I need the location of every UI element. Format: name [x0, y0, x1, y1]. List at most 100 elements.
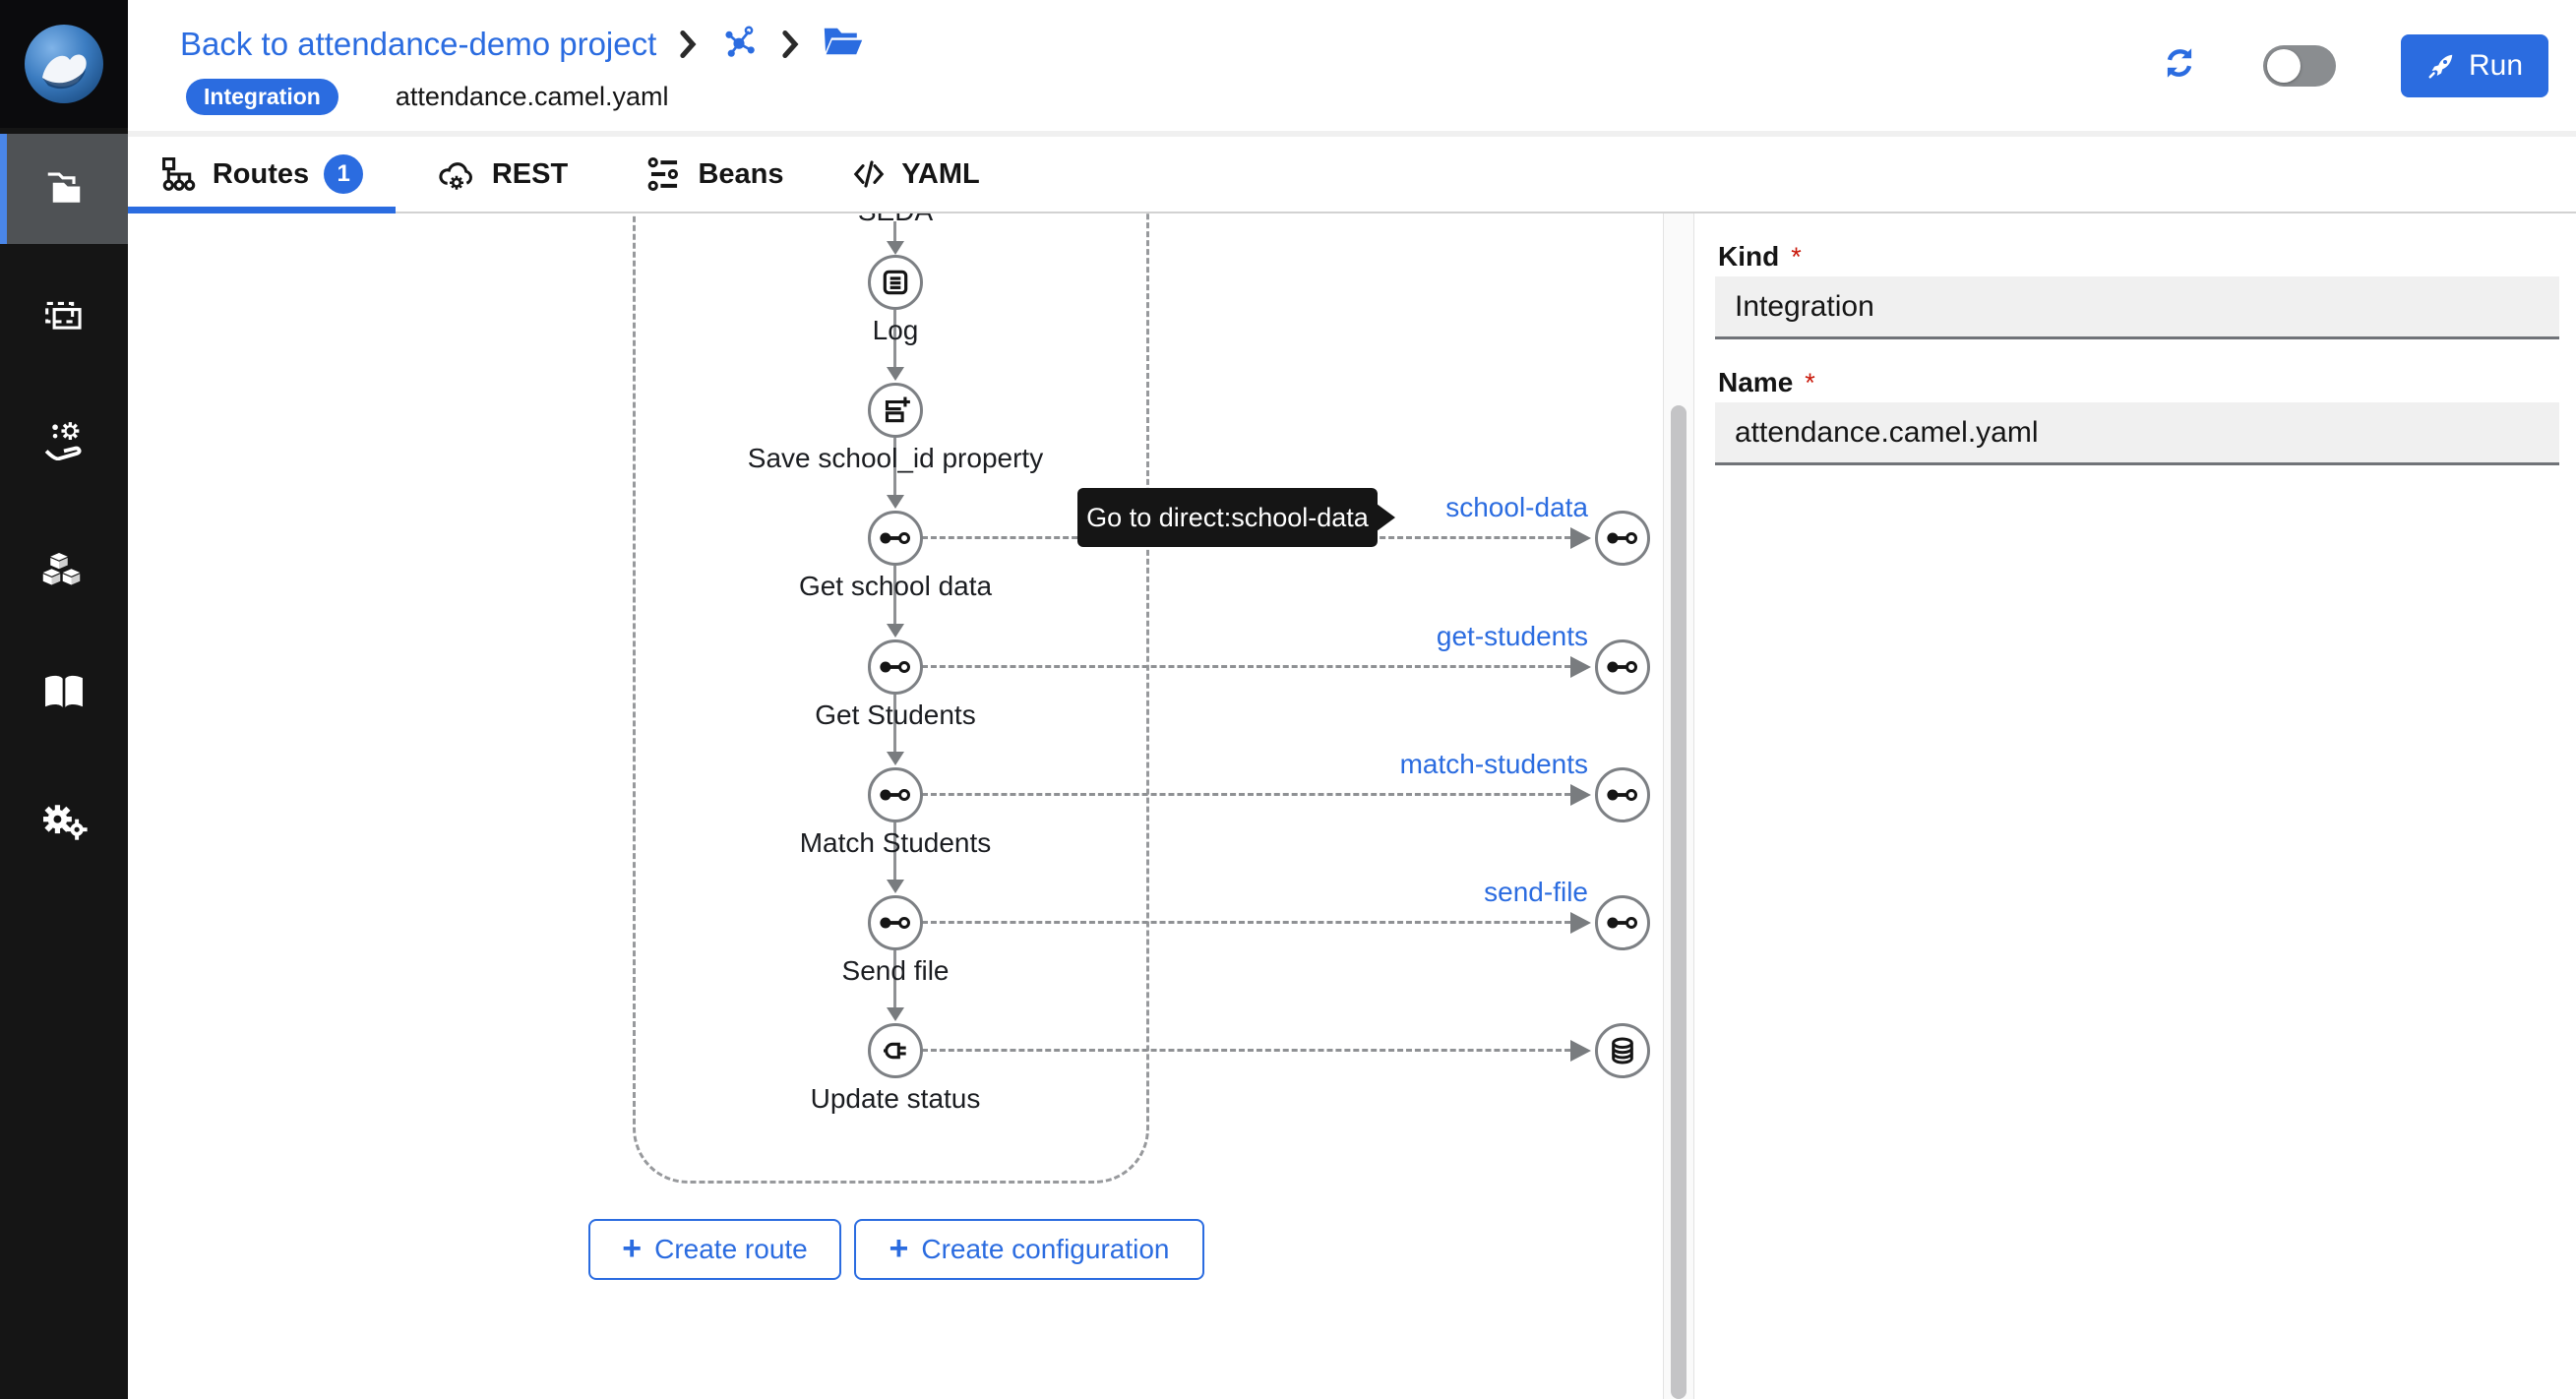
tab-rest[interactable]: REST	[399, 137, 605, 212]
kind-input[interactable]	[1715, 276, 2559, 339]
step-node-match-students[interactable]	[868, 767, 923, 822]
direct-endpoint-icon	[879, 914, 912, 932]
code-icon	[851, 156, 887, 192]
app-logo	[0, 0, 128, 128]
dashed-connector	[922, 793, 1570, 796]
sidebar-item-knowledge[interactable]	[0, 638, 128, 748]
step-label: Update status	[679, 1083, 1112, 1115]
arrow-down-icon	[887, 367, 904, 381]
required-asterisk: *	[1805, 368, 1815, 397]
tab-routes[interactable]: Routes 1	[128, 137, 396, 212]
step-label: Send file	[679, 955, 1112, 987]
step-node-log[interactable]	[868, 255, 923, 310]
properties-panel: Kind * Name *	[1694, 213, 2576, 1399]
dashed-connector	[922, 921, 1570, 924]
route-designer-canvas: SEDA Log Save school	[128, 213, 1663, 1399]
arrow-down-icon	[887, 880, 904, 893]
gears-icon	[40, 800, 88, 841]
run-button[interactable]: Run	[2401, 34, 2548, 97]
sidebar-item-frames[interactable]	[0, 262, 128, 372]
endpoint-link-get-students[interactable]: get-students	[1195, 621, 1588, 652]
endpoint-link-match-students[interactable]: match-students	[1195, 749, 1588, 780]
karavan-designer-app: Back to attendance-demo project	[0, 0, 2576, 1399]
toggle-knob	[2267, 49, 2300, 83]
sidebar-item-blocks[interactable]	[0, 513, 128, 623]
chevron-right-icon	[780, 30, 800, 58]
step-label: Log	[679, 315, 1112, 346]
log-icon	[880, 267, 911, 298]
connector-line	[893, 221, 896, 243]
goto-tooltip: Go to direct:school-data	[1077, 488, 1378, 547]
back-to-project-link[interactable]: Back to attendance-demo project	[180, 26, 656, 63]
left-sidebar	[0, 0, 128, 1399]
sidebar-item-settings[interactable]	[0, 765, 128, 876]
rocket-icon	[2426, 51, 2456, 81]
arrow-down-icon	[887, 241, 904, 255]
kind-field-label: Kind *	[1718, 241, 1802, 273]
endpoint-node-get-students[interactable]	[1595, 639, 1650, 695]
projects-folders-icon	[42, 169, 86, 209]
beans-icon	[645, 155, 683, 193]
dashed-connector	[922, 1049, 1570, 1052]
endpoint-node-school-data[interactable]	[1595, 511, 1650, 566]
step-node-send-file[interactable]	[868, 895, 923, 950]
arrow-right-icon	[1570, 656, 1591, 678]
breadcrumb: Back to attendance-demo project	[180, 22, 865, 66]
tab-routes-label: Routes	[213, 158, 309, 191]
rest-cloud-icon	[436, 155, 477, 193]
arrow-down-icon	[887, 495, 904, 509]
active-tab-underline	[128, 207, 396, 213]
open-folder-icon[interactable]	[822, 24, 865, 64]
sidebar-item-services[interactable]	[0, 385, 128, 495]
arrow-down-icon	[887, 1007, 904, 1021]
plus-icon: +	[622, 1232, 642, 1265]
canvas-scrollbar-thumb[interactable]	[1671, 405, 1687, 1399]
endpoint-link-send-file[interactable]: send-file	[1195, 877, 1588, 908]
building-blocks-icon	[41, 548, 87, 587]
file-name-label: attendance.camel.yaml	[396, 82, 669, 112]
dashed-connector	[922, 665, 1570, 668]
direct-endpoint-icon	[879, 658, 912, 676]
step-node-update-status[interactable]	[868, 1023, 923, 1078]
step-label: Save school_id property	[679, 443, 1112, 474]
step-label: Get Students	[679, 700, 1112, 731]
step-label: Get school data	[679, 571, 1112, 602]
arrow-right-icon	[1570, 912, 1591, 934]
step-node-save-property[interactable]	[868, 383, 923, 438]
step-node-get-school-data[interactable]	[868, 511, 923, 566]
tab-beans[interactable]: Beans	[610, 137, 820, 212]
kind-label-text: Kind	[1718, 241, 1779, 272]
tab-bar: Routes 1 REST Beans	[128, 137, 2576, 213]
database-icon	[1607, 1035, 1638, 1066]
create-route-label: Create route	[654, 1234, 808, 1265]
page-header: Back to attendance-demo project	[128, 0, 2576, 131]
endpoint-node-database[interactable]	[1595, 1023, 1650, 1078]
tab-yaml-label: YAML	[901, 158, 980, 191]
arrow-down-icon	[887, 624, 904, 638]
tab-yaml[interactable]: YAML	[817, 137, 1014, 212]
sidebar-item-projects[interactable]	[0, 134, 128, 244]
endpoint-node-send-file[interactable]	[1595, 895, 1650, 950]
kind-badge: Integration	[186, 79, 338, 115]
arrow-right-icon	[1570, 527, 1591, 549]
name-label-text: Name	[1718, 367, 1793, 397]
arrow-right-icon	[1570, 784, 1591, 806]
required-asterisk: *	[1791, 242, 1802, 272]
step-node-get-students[interactable]	[868, 639, 923, 695]
refresh-icon[interactable]	[2161, 44, 2198, 87]
chevron-right-icon	[678, 30, 698, 58]
routes-tree-icon	[160, 155, 198, 193]
create-configuration-button[interactable]: + Create configuration	[854, 1219, 1204, 1280]
arrow-right-icon	[1570, 1040, 1591, 1062]
tab-rest-label: REST	[492, 158, 568, 191]
arrow-down-icon	[887, 752, 904, 765]
canvas-scrollbar-track	[1663, 213, 1694, 1399]
endpoint-node-match-students[interactable]	[1595, 767, 1650, 822]
integration-molecule-icon[interactable]	[719, 22, 759, 66]
name-field-label: Name *	[1718, 367, 1815, 398]
create-route-button[interactable]: + Create route	[588, 1219, 841, 1280]
direct-endpoint-icon	[879, 786, 912, 804]
name-input[interactable]	[1715, 402, 2559, 465]
mode-toggle[interactable]	[2263, 45, 2336, 87]
run-button-label: Run	[2469, 49, 2523, 83]
